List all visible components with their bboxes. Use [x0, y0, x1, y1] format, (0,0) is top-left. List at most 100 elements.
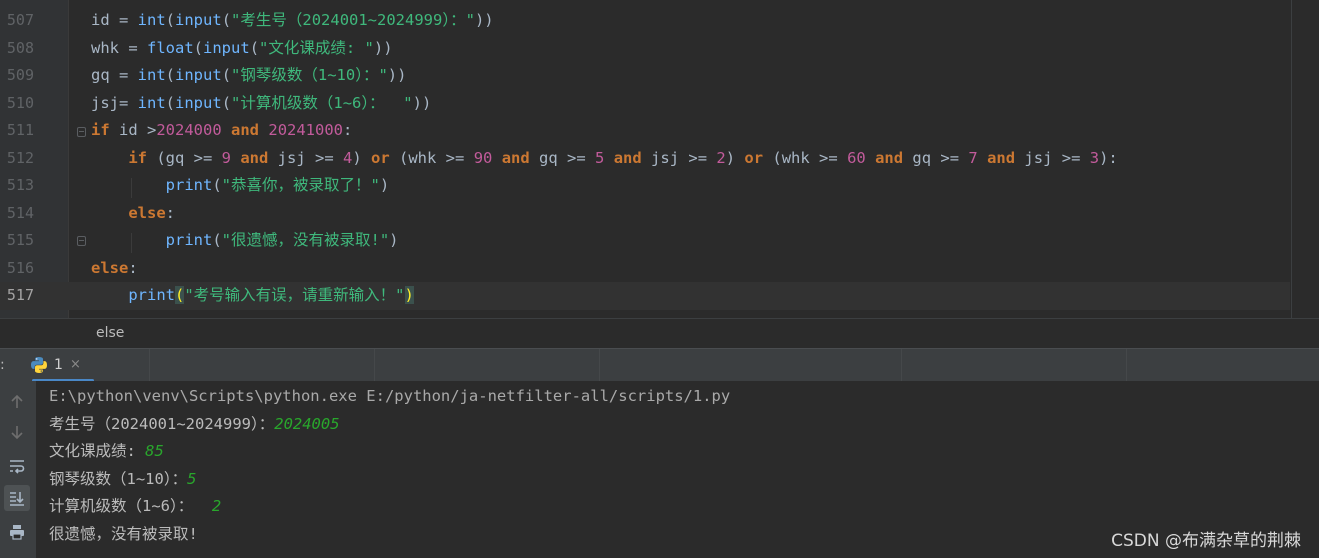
code-token: print — [165, 176, 213, 194]
code-line[interactable]: 517 print("考号输入有误，请重新输入！") — [0, 282, 1290, 310]
code-token: gq — [91, 66, 110, 84]
code-editor[interactable]: 507 id = int(input("考生号（2024001~2024999）：… — [0, 0, 1319, 318]
code-line[interactable]: 516 else: — [0, 255, 1290, 283]
run-toolbar — [0, 381, 37, 558]
code-token: 60 — [847, 148, 866, 167]
console-command-line: E:\python\venv\Scripts\python.exe E:/pyt… — [49, 387, 731, 405]
code-token: jsj >= — [1015, 148, 1090, 167]
soft-wrap-icon[interactable] — [4, 453, 30, 479]
code-text: whk = float(input("文化课成绩: ")) — [91, 35, 393, 63]
header-divider — [599, 349, 600, 382]
breadcrumb-item[interactable]: else — [96, 325, 124, 341]
code-token: 9 — [221, 148, 231, 167]
close-icon[interactable]: × — [70, 357, 81, 372]
code-token: jsj >= — [641, 148, 717, 167]
code-token: ( — [221, 11, 232, 29]
code-token: : — [165, 203, 175, 222]
console-prompt: 钢琴级数（1~10）： — [49, 469, 188, 488]
line-number: 516 — [6, 258, 34, 277]
code-token: ( — [221, 66, 232, 84]
code-token: whk — [91, 38, 119, 57]
code-token: id — [91, 11, 110, 29]
code-line[interactable]: 510 jsj= int(input("计算机级数（1~6）： ")) — [0, 90, 1290, 118]
line-number: 512 — [6, 148, 34, 167]
code-token: )) — [387, 66, 407, 84]
code-token: jsj >= — [268, 148, 343, 167]
code-token: int — [137, 11, 166, 29]
code-token: and — [240, 148, 269, 167]
code-token: = — [109, 66, 138, 84]
code-token: or — [371, 148, 390, 167]
code-token: ) — [404, 286, 414, 304]
line-number: 509 — [6, 66, 34, 84]
code-token: = — [109, 11, 138, 29]
header-divider — [1126, 349, 1127, 382]
code-token: 20241000 — [268, 121, 344, 139]
console-user-input: 2 — [211, 497, 222, 515]
code-token: (whk >= — [763, 148, 848, 167]
print-icon[interactable] — [4, 519, 30, 545]
code-text: print("考号输入有误，请重新输入！") — [91, 282, 414, 310]
code-text: else: — [91, 200, 175, 228]
code-token: 7 — [968, 148, 978, 167]
code-token: 3 — [1089, 148, 1100, 167]
code-token: )) — [373, 38, 393, 57]
code-token: 2024000 — [156, 121, 222, 139]
code-text: if id >2024000 and 20241000: — [91, 117, 352, 145]
code-token: 4 — [343, 148, 353, 167]
code-line[interactable]: 508 whk = float(input("文化课成绩: ")) — [0, 35, 1290, 63]
code-token: ( — [249, 38, 260, 57]
code-line[interactable]: 507 id = int(input("考生号（2024001~2024999）：… — [0, 7, 1290, 35]
down-arrow-icon[interactable] — [4, 419, 30, 445]
code-token: input — [175, 11, 222, 29]
console-line: 钢琴级数（1~10）：5 — [49, 466, 196, 494]
console-user-input: 85 — [145, 442, 164, 460]
console-line: 考生号（2024001~2024999）：2024005 — [49, 411, 340, 439]
code-token: 90 — [473, 148, 493, 167]
code-token: if — [128, 148, 147, 167]
right-margin-guide — [1291, 0, 1292, 318]
code-token: ) — [379, 176, 390, 194]
header-divider — [901, 349, 902, 382]
fold-icon[interactable] — [77, 236, 86, 246]
line-number: 517 — [6, 286, 34, 304]
run-label: : — [0, 357, 5, 373]
code-token: 5 — [595, 148, 605, 167]
code-line[interactable]: 514 else: — [0, 200, 1290, 228]
console-result-line: 很遗憾，没有被录取! — [49, 524, 198, 543]
header-divider — [149, 349, 150, 382]
code-token: input — [175, 66, 222, 84]
code-line[interactable]: 511 if id >2024000 and 20241000: — [0, 117, 1290, 145]
code-token: int — [137, 66, 166, 84]
code-line[interactable]: 513 print("恭喜你，被录取了！") — [0, 172, 1290, 200]
code-token: ) — [725, 148, 745, 167]
code-token: : — [343, 121, 353, 139]
code-token: print — [128, 286, 175, 304]
run-tab[interactable]: 1 × — [28, 349, 94, 382]
code-line[interactable]: 512 if (gq >= 9 and jsj >= 4) or (whk >=… — [0, 145, 1290, 173]
console-line: 计算机级数（1~6）： 2 — [49, 493, 221, 521]
line-number: 510 — [6, 93, 34, 112]
code-token: ( — [221, 93, 232, 112]
console-line: 文化课成绩: 85 — [49, 438, 164, 466]
code-token: gq >= — [903, 148, 969, 167]
watermark: CSDN @布满杂草的荆棘 — [1111, 531, 1301, 551]
code-token: else — [128, 203, 166, 222]
fold-icon[interactable] — [77, 127, 86, 137]
scroll-to-end-icon[interactable] — [4, 485, 30, 511]
indent-guide — [131, 233, 132, 253]
rerun-up-icon[interactable] — [4, 389, 30, 415]
code-token: (whk >= — [389, 148, 474, 167]
code-line[interactable]: 515 print("很遗憾，没有被录取!") — [0, 227, 1290, 255]
code-token: (gq >= — [147, 148, 222, 167]
code-text: gq = int(input("钢琴级数（1~10）：")) — [91, 62, 406, 90]
code-token: "钢琴级数（1~10）：" — [231, 66, 388, 84]
code-token: and — [987, 148, 1016, 167]
code-token: ( — [165, 66, 176, 84]
code-line[interactable]: 509 gq = int(input("钢琴级数（1~10）：")) — [0, 62, 1290, 90]
